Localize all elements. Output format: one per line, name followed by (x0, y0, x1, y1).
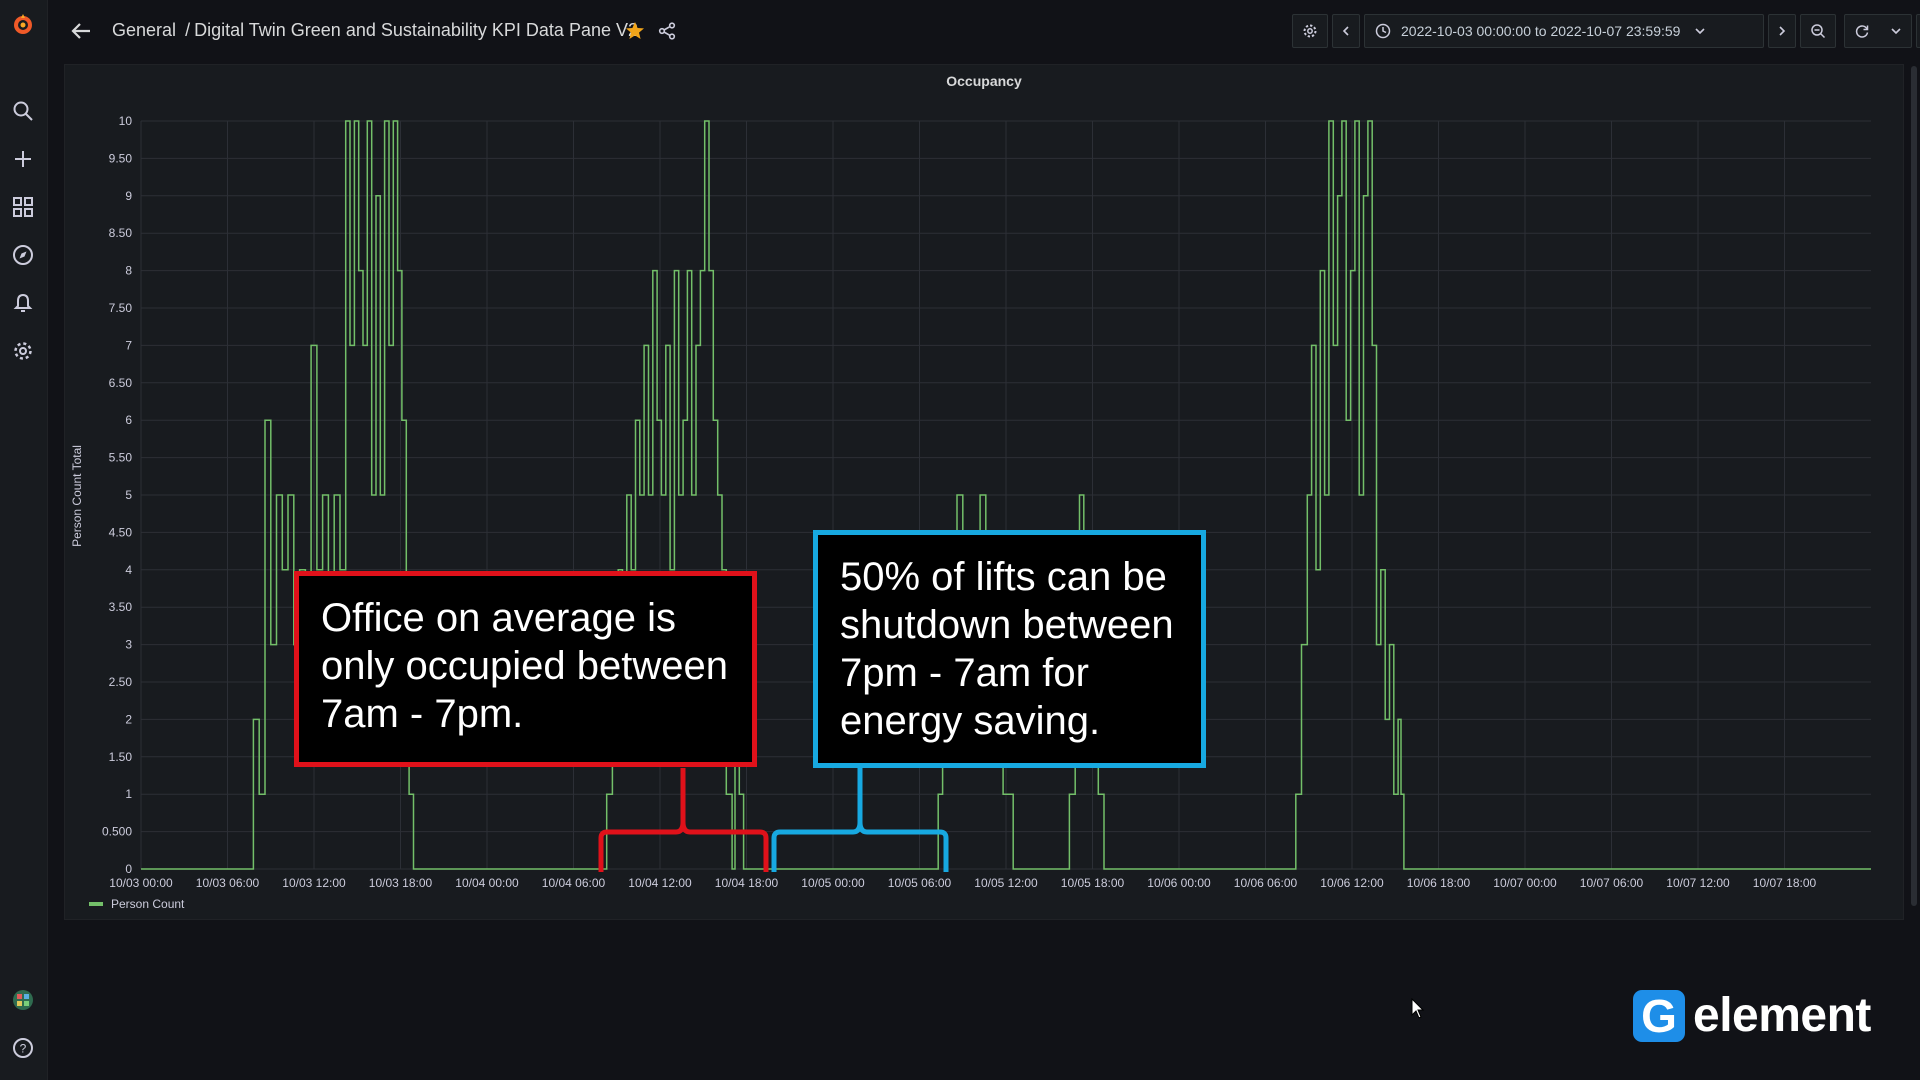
y-tick-label: 6 (125, 413, 132, 427)
y-tick-label: 4.50 (109, 525, 133, 539)
x-tick-label: 10/03 00:00 (109, 876, 173, 890)
y-tick-label: 9.50 (109, 151, 133, 165)
x-tick-label: 10/05 18:00 (1061, 876, 1125, 890)
y-tick-label: 6.50 (109, 376, 133, 390)
chart-legend[interactable]: Person Count (89, 897, 185, 911)
x-tick-label: 10/04 06:00 (542, 876, 606, 890)
x-tick-label: 10/06 18:00 (1407, 876, 1471, 890)
y-tick-label: 0 (125, 862, 132, 876)
y-tick-label: 1 (125, 787, 132, 801)
y-tick-label: 7.50 (109, 301, 133, 315)
y-tick-label: 9 (125, 189, 132, 203)
y-tick-label: 8 (125, 264, 132, 278)
x-tick-label: 10/05 00:00 (801, 876, 865, 890)
brand-logo-icon: G (1633, 989, 1685, 1042)
blue-annotation-callout: 50% of lifts can be shutdown between 7pm… (813, 530, 1206, 768)
brand-name: element (1693, 989, 1871, 1042)
x-tick-label: 10/06 12:00 (1320, 876, 1384, 890)
y-tick-label: 3 (125, 638, 132, 652)
y-tick-label: 7 (125, 338, 132, 352)
y-tick-label: 8.50 (109, 226, 133, 240)
x-tick-label: 10/04 12:00 (628, 876, 692, 890)
x-tick-label: 10/06 06:00 (1234, 876, 1298, 890)
brand-watermark: G element (1633, 988, 1871, 1043)
red-annotation-callout: Office on average is only occupied betwe… (294, 571, 757, 767)
y-tick-label: 5 (125, 488, 132, 502)
x-tick-label: 10/03 18:00 (369, 876, 433, 890)
x-tick-label: 10/05 12:00 (974, 876, 1038, 890)
x-tick-label: 10/04 00:00 (455, 876, 519, 890)
x-tick-label: 10/07 06:00 (1580, 876, 1644, 890)
y-tick-label: 2.50 (109, 675, 133, 689)
y-axis-label: Person Count Total (70, 445, 84, 547)
y-tick-label: 10 (119, 114, 133, 128)
y-tick-label: 3.50 (109, 600, 133, 614)
vertical-scrollbar[interactable] (1911, 66, 1917, 906)
x-tick-label: 10/07 18:00 (1753, 876, 1817, 890)
y-tick-label: 2 (125, 712, 132, 726)
x-tick-label: 10/04 18:00 (715, 876, 779, 890)
y-tick-label: 0.500 (102, 825, 132, 839)
x-tick-label: 10/07 12:00 (1666, 876, 1730, 890)
legend-color-swatch (89, 902, 103, 906)
legend-item-person-count[interactable]: Person Count (111, 897, 185, 911)
y-tick-label: 4 (125, 563, 132, 577)
y-tick-label: 5.50 (109, 451, 133, 465)
y-tick-label: 1.50 (109, 750, 133, 764)
x-tick-label: 10/05 06:00 (888, 876, 952, 890)
x-tick-label: 10/07 00:00 (1493, 876, 1557, 890)
mouse-cursor-icon (1411, 998, 1425, 1019)
x-tick-label: 10/03 06:00 (196, 876, 260, 890)
x-tick-label: 10/06 00:00 (1147, 876, 1211, 890)
x-tick-label: 10/03 12:00 (282, 876, 346, 890)
